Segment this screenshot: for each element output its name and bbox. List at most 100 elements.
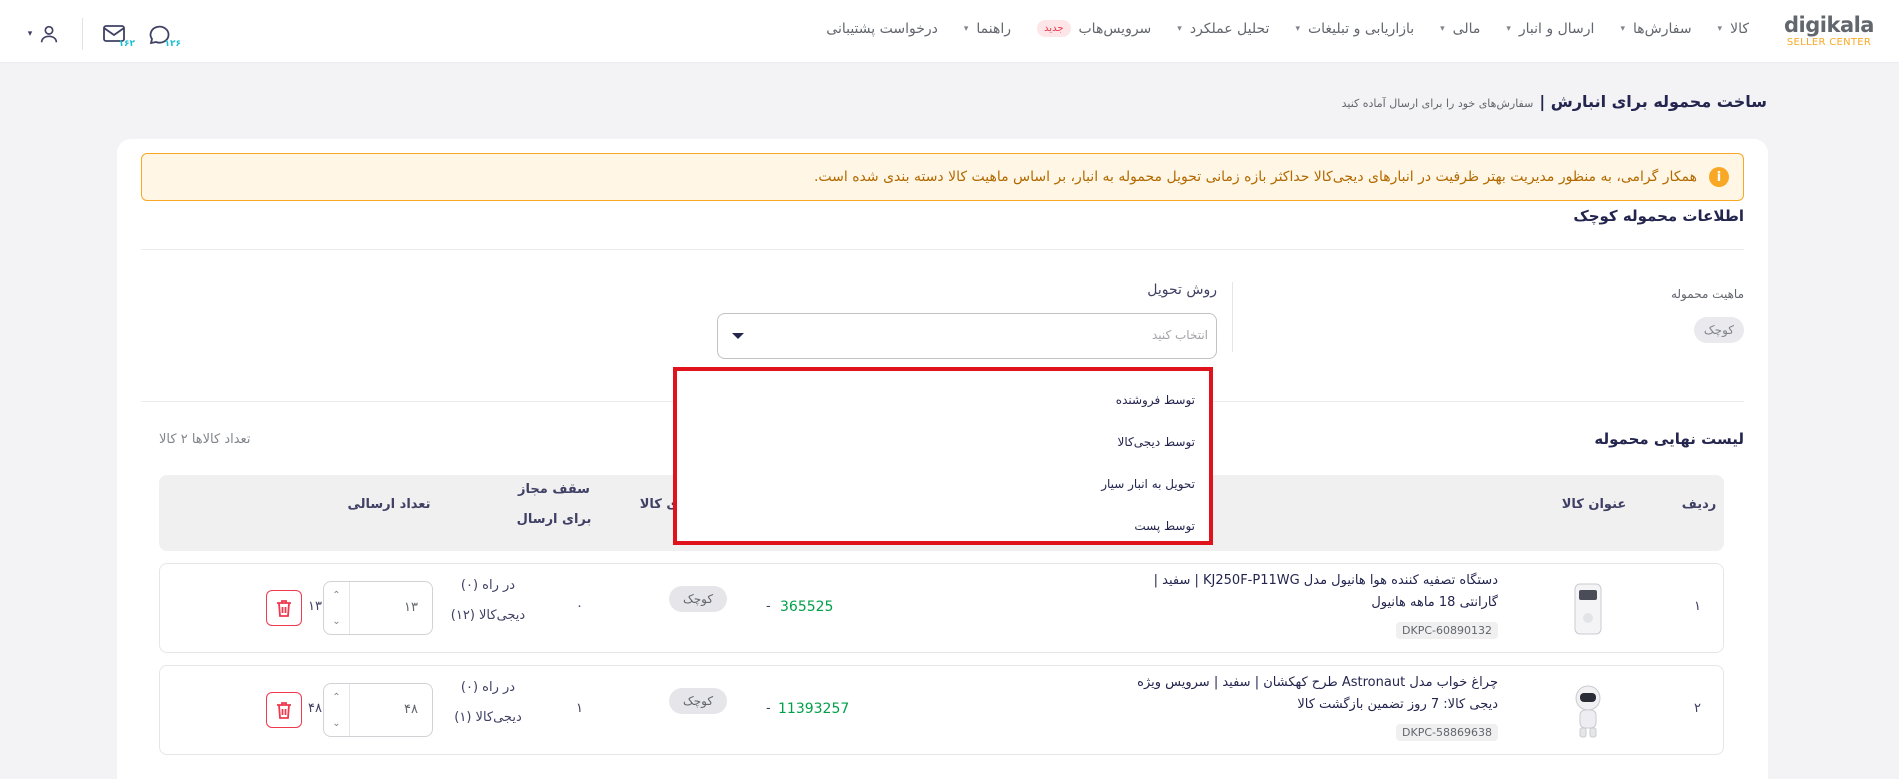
product-thumbnail <box>1575 685 1601 738</box>
delivery-method-label: روش تحویل <box>1147 282 1217 298</box>
messages-button[interactable]: ۱۶۲ <box>99 19 135 49</box>
nav-label: بازاریابی و تبلیغات <box>1307 20 1415 37</box>
item-count: تعداد کالاها ۲ کالا <box>159 432 251 447</box>
trash-icon <box>277 600 291 617</box>
dropdown-options: توسط فروشنده توسط دیجی‌کالا تحویل به انب… <box>714 371 1209 547</box>
nav-item-performance[interactable]: تحلیل عملکرد ▾ <box>1177 21 1269 37</box>
dash: - <box>766 599 771 614</box>
main-nav: کالا ▾ سفارش‌ها ▾ ارسال و انبار ▾ مالی ▾ باز… <box>826 20 1749 37</box>
table-row: ۲ چراغ خواب مدل Astronaut طرح کهکشان | س… <box>159 665 1724 755</box>
nav-item-help[interactable]: راهنما ▾ <box>964 21 1011 37</box>
list-title: لیست نهایی محموله <box>1594 430 1744 448</box>
page-title: ساخت محموله برای انبارش | سفارش‌های خود … <box>1342 92 1767 111</box>
select-placeholder: انتخاب کنید <box>1151 328 1208 342</box>
nature-label: ماهیت محموله <box>1670 287 1744 301</box>
nav-item-finance[interactable]: مالی ▾ <box>1440 21 1480 37</box>
in-transit: در راه (۰) <box>460 680 516 695</box>
account-menu-button[interactable]: ▾ <box>22 19 66 49</box>
nav-item-marketing[interactable]: بازاریابی و تبلیغات ▾ <box>1295 21 1414 37</box>
nav-label: کالا <box>1730 20 1749 37</box>
warning-alert: i همکار گرامی، به منظور مدیریت بهتر ظرفی… <box>141 153 1744 201</box>
chevron-down-icon: ▾ <box>1440 23 1445 34</box>
trash-icon <box>277 702 291 719</box>
info-icon: i <box>1709 167 1729 187</box>
delivery-method-select[interactable]: انتخاب کنید <box>717 313 1217 359</box>
sync-count: ۱۲۶ <box>164 39 181 49</box>
size-chip: کوچک <box>669 586 728 612</box>
toolbar-divider <box>82 18 83 50</box>
nav-item-products[interactable]: کالا ▾ <box>1718 21 1749 37</box>
product-thumbnail <box>1574 583 1602 635</box>
page-title-main: ساخت محموله برای انبارش | <box>1539 92 1767 111</box>
delivery-method-dropdown: توسط فروشنده توسط دیجی‌کالا تحویل به انب… <box>673 367 1213 545</box>
top-navbar: digikala SELLER CENTER کالا ▾ سفارش‌ها ▾ ا… <box>0 0 1899 63</box>
sync-button[interactable]: ۱۲۶ <box>145 19 181 49</box>
chevron-down-icon[interactable]: ⌄ <box>332 616 340 627</box>
chevron-down-icon: ▾ <box>1620 23 1625 34</box>
th-cap-1: سقف مجاز <box>518 482 590 497</box>
chevron-down-icon: ▾ <box>1506 23 1511 34</box>
user-icon <box>41 25 58 43</box>
nature-chip: کوچک <box>1693 317 1744 343</box>
chevron-down-icon: ▾ <box>1717 23 1723 34</box>
quantity-stepper[interactable]: ⌃ ⌄ ۴۸ <box>323 683 433 737</box>
dash: - <box>766 701 771 716</box>
option-by-digikala[interactable]: توسط دیجی‌کالا <box>714 421 1209 463</box>
nav-label: تحلیل عملکرد <box>1189 20 1270 37</box>
product-name: چراغ خواب مدل Astronaut طرح کهکشان | سفی… <box>1137 675 1498 712</box>
stepper-arrows: ⌃ ⌄ <box>324 684 350 736</box>
quantity-value[interactable]: ۴۸ <box>350 684 432 736</box>
send-cap: ۴۸ <box>308 701 322 716</box>
cell-number: ۰ <box>576 599 583 614</box>
nav-label: درخواست پشتیبانی <box>826 20 938 37</box>
nav-item-support[interactable]: درخواست پشتیبانی <box>826 21 938 37</box>
th-row: ردیف <box>1681 497 1717 512</box>
option-mobile-warehouse[interactable]: تحویل به انبار سیار <box>714 463 1209 505</box>
product-code[interactable]: 11393257 <box>778 701 849 717</box>
chevron-down-icon[interactable]: ⌄ <box>332 718 340 729</box>
nav-label: مالی <box>1452 20 1481 37</box>
nav-item-orders[interactable]: سفارش‌ها ▾ <box>1620 21 1691 37</box>
th-cap-2: برای ارسال <box>516 512 592 527</box>
chevron-down-icon: ▾ <box>1177 23 1182 34</box>
caret-down-icon <box>732 333 744 339</box>
chevron-down-icon: ▾ <box>27 29 33 39</box>
section-divider <box>141 249 1744 250</box>
option-by-post[interactable]: توسط پست <box>714 505 1209 547</box>
user-toolbar: ▾ ۱۶۲ ۱۲۶ <box>22 18 181 50</box>
quantity-stepper[interactable]: ⌃ ⌄ ۱۳ <box>323 581 433 635</box>
delete-button[interactable] <box>266 692 302 728</box>
dkpc-code: DKPC-60890132 <box>1396 622 1498 639</box>
in-transit: در راه (۰) <box>460 578 516 593</box>
digikala-stock: دیجی‌کالا (۱) <box>454 710 522 725</box>
delete-button[interactable] <box>266 590 302 626</box>
size-chip: کوچک <box>669 688 728 714</box>
product-code[interactable]: 365525 <box>780 599 833 615</box>
row-index: ۲ <box>1694 701 1701 716</box>
quantity-value[interactable]: ۱۳ <box>350 582 432 634</box>
stepper-arrows: ⌃ ⌄ <box>324 582 350 634</box>
digikala-stock: دیجی‌کالا (۱۲) <box>450 608 526 623</box>
nav-item-servicehub[interactable]: سرویس‌هاب جدید <box>1037 20 1151 37</box>
table-row: ۱ دستگاه تصفیه کننده هوا هانیول مدل KJ25… <box>159 563 1724 653</box>
dkpc-code: DKPC-58869638 <box>1396 724 1498 741</box>
new-badge: جدید <box>1037 20 1071 37</box>
chevron-up-icon[interactable]: ⌃ <box>332 590 340 601</box>
th-qty: تعداد ارسالی <box>347 497 431 512</box>
chevron-up-icon[interactable]: ⌃ <box>332 692 340 703</box>
product-name: دستگاه تصفیه کننده هوا هانیول مدل KJ250F… <box>1153 573 1498 610</box>
nav-label: سرویس‌هاب <box>1078 20 1152 37</box>
chevron-down-icon: ▾ <box>963 23 969 34</box>
page-subtitle: سفارش‌های خود را برای ارسال آماده کنید <box>1341 97 1534 110</box>
section-title: اطلاعات محموله کوچک <box>1573 207 1744 225</box>
nav-item-shipping[interactable]: ارسال و انبار ▾ <box>1506 21 1594 37</box>
chevron-down-icon: ▾ <box>1295 23 1300 34</box>
option-by-seller[interactable]: توسط فروشنده <box>714 379 1209 421</box>
row-index: ۱ <box>1694 599 1701 614</box>
digikala-logo[interactable]: digikala SELLER CENTER <box>1784 14 1874 49</box>
logo-wordmark: digikala <box>1784 13 1874 37</box>
nav-label: ارسال و انبار <box>1518 20 1595 37</box>
send-cap: ۱۳ <box>308 599 322 614</box>
shipment-card: i همکار گرامی، به منظور مدیریت بهتر ظرفی… <box>117 139 1768 779</box>
nav-label: راهنما <box>976 20 1012 37</box>
